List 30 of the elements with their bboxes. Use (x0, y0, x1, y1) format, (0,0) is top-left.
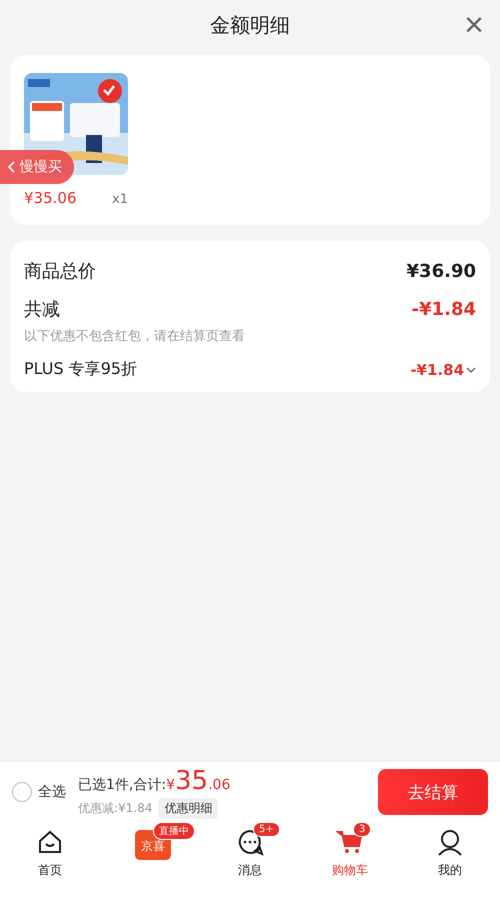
chevron-left-icon (6, 160, 16, 174)
tab-bar-item[interactable]: 3 购物车 (300, 822, 400, 881)
person-icon (436, 828, 464, 856)
chevron-down-icon[interactable] (466, 366, 476, 374)
close-button[interactable]: × (464, 8, 484, 42)
summary-label: 商品总价 (24, 260, 96, 283)
product-quantity: x1 (112, 192, 128, 207)
summary-note: 以下优惠不包含红包，请在结算页查看 (24, 328, 246, 345)
tab-bar-item[interactable]: 直播中 京喜 (100, 822, 200, 860)
summary-label: PLUS 专享95折 (24, 359, 138, 380)
badge: 3 (353, 822, 372, 837)
tab-bar-item[interactable]: 我的 (400, 822, 500, 881)
discount-detail-button[interactable]: 优惠明细 (158, 798, 218, 818)
summary-value: -¥1.84 (410, 360, 476, 378)
dialog-title: 金额明细 (210, 12, 290, 38)
select-all-radio[interactable] (12, 782, 32, 802)
product-price: ¥35.06 (24, 189, 76, 207)
total-text: 已选1件,合计:¥35.06 (78, 766, 232, 796)
badge: 直播中 (153, 822, 195, 840)
summary-label: 共减 (24, 298, 60, 321)
tab-bar-item[interactable]: 首页 (0, 822, 100, 881)
floating-tab[interactable]: 慢慢买 (0, 150, 74, 184)
badge: 5+ (253, 822, 280, 837)
summary-value: -¥1.84 (412, 298, 476, 320)
home-icon (36, 828, 64, 856)
saving-text: 优惠减:¥1.84 (78, 800, 152, 816)
summary-value: ¥36.90 (406, 260, 476, 282)
tab-bar-item[interactable]: 5+ 消息 (200, 822, 300, 881)
select-all-label: 全选 (38, 783, 66, 801)
checkout-button[interactable]: 去结算 (378, 769, 488, 815)
